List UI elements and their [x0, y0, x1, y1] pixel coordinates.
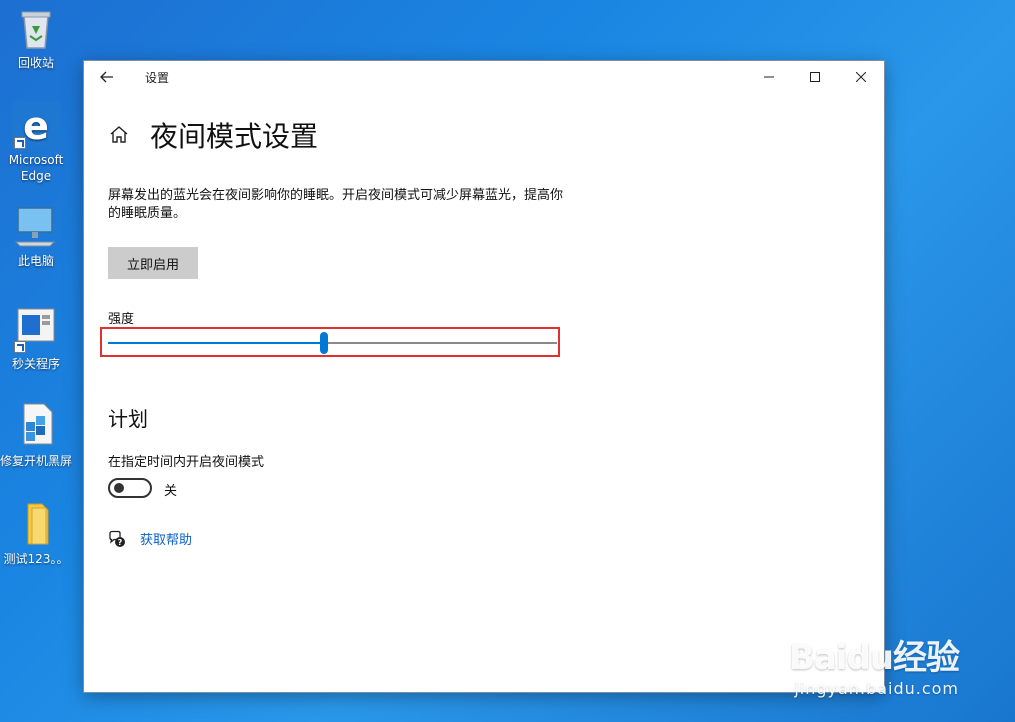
desktop-icon-label: 此电脑: [17, 254, 54, 268]
slider-fill: [108, 342, 324, 344]
settings-window: 设置 夜间模式设置 屏幕发出的蓝光会在夜间影响你的睡眠。开启夜间模式可减少屏幕蓝…: [84, 61, 884, 692]
schedule-section-title: 计划: [108, 407, 148, 431]
slider-thumb[interactable]: [319, 332, 328, 354]
page-header: 夜间模式设置: [108, 115, 318, 155]
watermark-url: jingyan.baidu.com: [794, 679, 959, 698]
desktop-icon-repair[interactable]: 修复开机黑屏: [0, 402, 72, 469]
baidu-watermark: Baidu经验 jingyan.baidu.com: [788, 638, 960, 698]
enable-now-button[interactable]: 立即启用: [108, 247, 198, 279]
desktop-icon-folder[interactable]: 测试123。。: [0, 500, 72, 567]
desktop-icon-computer[interactable]: 此电脑: [0, 202, 72, 269]
watermark-logo: Baidu经验: [788, 638, 960, 678]
desktop-icon-edge[interactable]: e Microsoft Edge: [0, 101, 72, 184]
night-light-description: 屏幕发出的蓝光会在夜间影响你的睡眠。开启夜间模式可减少屏幕蓝光，提高你的睡眠质量…: [108, 188, 564, 221]
computer-icon: [12, 202, 60, 250]
desktop-icon-label: 秒关程序: [11, 357, 60, 371]
shortcut-arrow-icon: [14, 137, 26, 149]
desktop-icon-recycle-bin[interactable]: 回收站: [0, 4, 72, 71]
repair-icon: [12, 402, 60, 450]
shortcut-arrow-icon: [14, 341, 26, 353]
app-shortcut-icon: [12, 305, 60, 353]
schedule-toggle-label: 在指定时间内开启夜间模式: [108, 455, 265, 470]
recycle-bin-icon: [12, 4, 60, 52]
schedule-toggle[interactable]: [108, 478, 152, 498]
help-chat-icon: ?: [109, 530, 125, 547]
get-help-row[interactable]: ? 获取帮助: [108, 529, 192, 548]
edge-icon: e: [12, 101, 60, 149]
strength-slider[interactable]: [108, 332, 557, 354]
desktop-icon-label-line2: Edge: [20, 169, 52, 183]
desktop-icon-label: 测试123。。: [3, 552, 69, 566]
desktop-icon-label: 回收站: [17, 56, 54, 70]
desktop-icon-app-shortcut[interactable]: 秒关程序: [0, 305, 72, 372]
toggle-knob: [114, 483, 124, 493]
schedule-toggle-state: 关: [164, 484, 178, 499]
page-title: 夜间模式设置: [150, 120, 319, 153]
home-icon[interactable]: [108, 124, 130, 146]
folder-icon: [12, 500, 60, 548]
get-help-link[interactable]: 获取帮助: [140, 529, 192, 548]
desktop-icon-label: 修复开机黑屏: [0, 454, 73, 468]
svg-text:?: ?: [118, 538, 123, 547]
svg-text:e: e: [23, 104, 49, 148]
strength-label: 强度: [108, 312, 135, 327]
settings-content: 夜间模式设置 屏幕发出的蓝光会在夜间影响你的睡眠。开启夜间模式可减少屏幕蓝光，提…: [108, 61, 860, 692]
desktop-icon-label: Microsoft: [8, 153, 64, 167]
